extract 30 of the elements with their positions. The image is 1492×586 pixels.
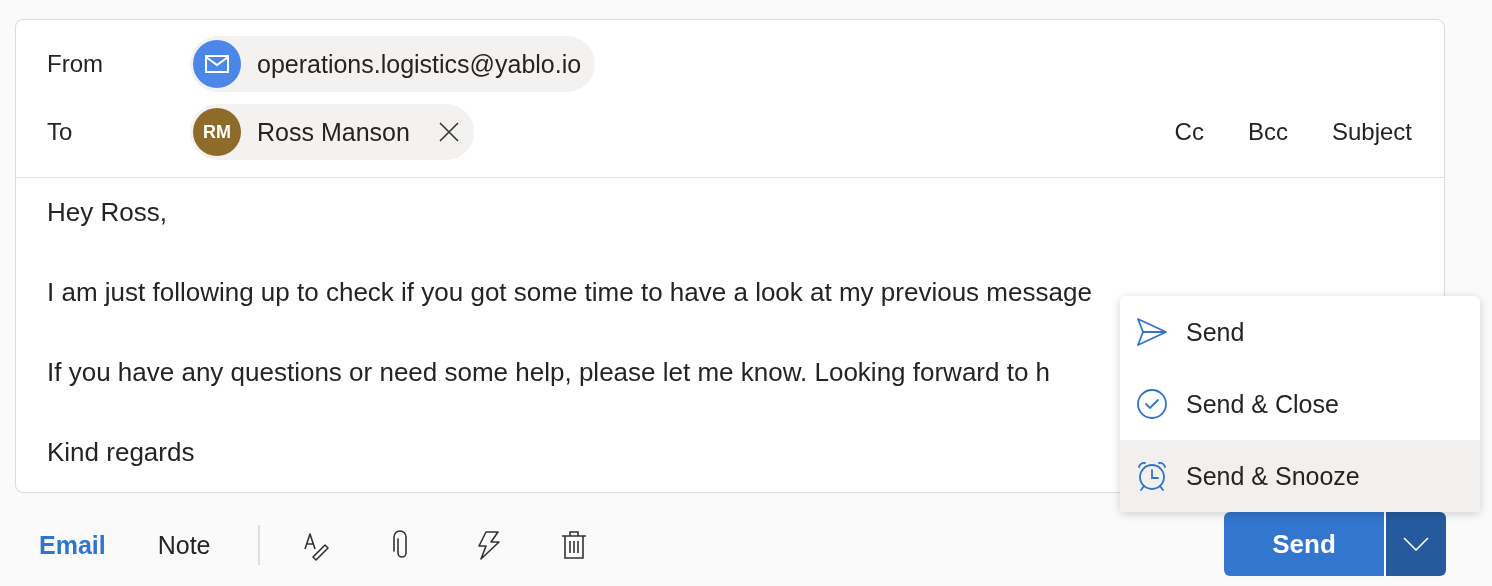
send-button[interactable]: Send <box>1224 512 1384 576</box>
close-icon[interactable] <box>437 121 460 143</box>
recipient-chip[interactable]: RM Ross Manson <box>190 104 474 160</box>
message-paragraph: Hey Ross, <box>47 196 167 229</box>
menu-item-label: Send & Snooze <box>1186 461 1360 491</box>
menu-item-label: Send & Close <box>1186 389 1339 419</box>
send-options-button[interactable] <box>1384 512 1446 576</box>
mail-icon <box>193 40 241 88</box>
header-link[interactable]: Subject <box>1331 118 1412 146</box>
alarm-clock-icon <box>1136 460 1168 492</box>
header-link[interactable]: Cc <box>1174 118 1204 146</box>
sender-chip[interactable]: operations.logistics@yablo.io <box>190 36 596 92</box>
mode-tab[interactable]: Email <box>24 530 121 560</box>
menu-item[interactable]: Send & Snooze <box>1120 440 1480 512</box>
recipient-name: Ross Manson <box>257 117 410 147</box>
message-paragraph: If you have any questions or need some help, please let me know. Looking forward to h <box>47 356 1051 389</box>
send-icon <box>1136 316 1168 348</box>
sender-address: operations.logistics@yablo.io <box>257 49 582 79</box>
from-label: From <box>47 50 104 78</box>
mode-tab[interactable]: Note <box>142 530 226 560</box>
avatar-initials: RM <box>203 121 231 143</box>
chevron-down-icon <box>1403 537 1429 551</box>
message-paragraph: I am just following up to check if you got some time to have a look at my previous message <box>47 276 1092 309</box>
check-circle-icon <box>1136 388 1168 420</box>
header-link[interactable]: Bcc <box>1247 118 1288 146</box>
menu-item[interactable]: Send <box>1120 296 1480 368</box>
menu-item-label: Send <box>1186 317 1245 347</box>
menu-item[interactable]: Send & Close <box>1120 368 1480 440</box>
to-label: To <box>47 118 74 146</box>
message-paragraph: Kind regards <box>47 436 195 469</box>
